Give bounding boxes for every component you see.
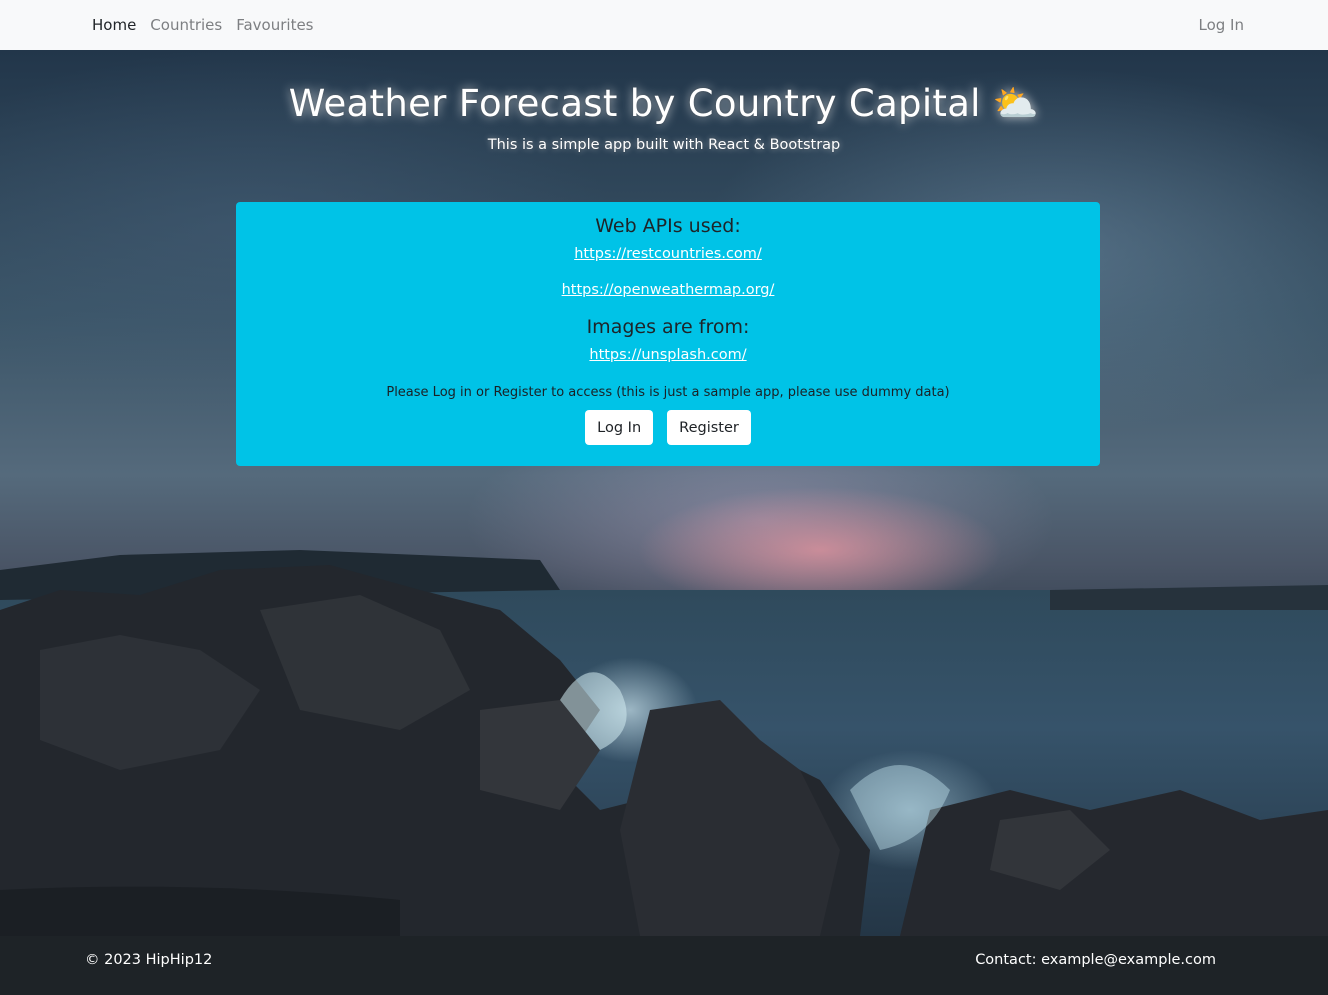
page-footer: © 2023 HipHip12 Contact: example@example… xyxy=(0,936,1328,995)
page-title-text: Weather Forecast by Country Capital xyxy=(288,82,981,125)
unsplash-link[interactable]: https://unsplash.com/ xyxy=(236,347,1100,363)
nav-links: Home Countries Favourites xyxy=(92,0,328,50)
restcountries-link[interactable]: https://restcountries.com/ xyxy=(236,246,1100,262)
info-card: Web APIs used: https://restcountries.com… xyxy=(236,202,1100,466)
web-apis-heading: Web APIs used: xyxy=(595,215,741,237)
sun-behind-cloud-icon: ⛅ xyxy=(992,82,1040,125)
login-button[interactable]: Log In xyxy=(585,410,654,445)
page-title: Weather Forecast by Country Capital ⛅ xyxy=(0,82,1328,126)
nav-countries-link[interactable]: Countries xyxy=(150,16,222,34)
coastline-rocks-illustration xyxy=(0,550,1328,936)
footer-copyright: © 2023 HipHip12 xyxy=(85,952,213,968)
nav-favourites-link[interactable]: Favourites xyxy=(236,16,313,34)
openweathermap-link[interactable]: https://openweathermap.org/ xyxy=(236,282,1100,298)
access-note: Please Log in or Register to access (thi… xyxy=(386,385,950,400)
hero-background: Weather Forecast by Country Capital ⛅ Th… xyxy=(0,50,1328,936)
register-button[interactable]: Register xyxy=(667,410,751,445)
nav-home-link[interactable]: Home xyxy=(92,16,136,34)
footer-contact: Contact: example@example.com xyxy=(975,952,1216,968)
page-subtitle: This is a simple app built with React & … xyxy=(487,137,841,153)
nav-right: Log In xyxy=(1199,0,1245,50)
top-navbar: Home Countries Favourites Log In xyxy=(0,0,1328,50)
images-heading: Images are from: xyxy=(586,316,750,338)
auth-button-row: Log In Register xyxy=(236,410,1100,445)
nav-login-link[interactable]: Log In xyxy=(1199,16,1245,34)
